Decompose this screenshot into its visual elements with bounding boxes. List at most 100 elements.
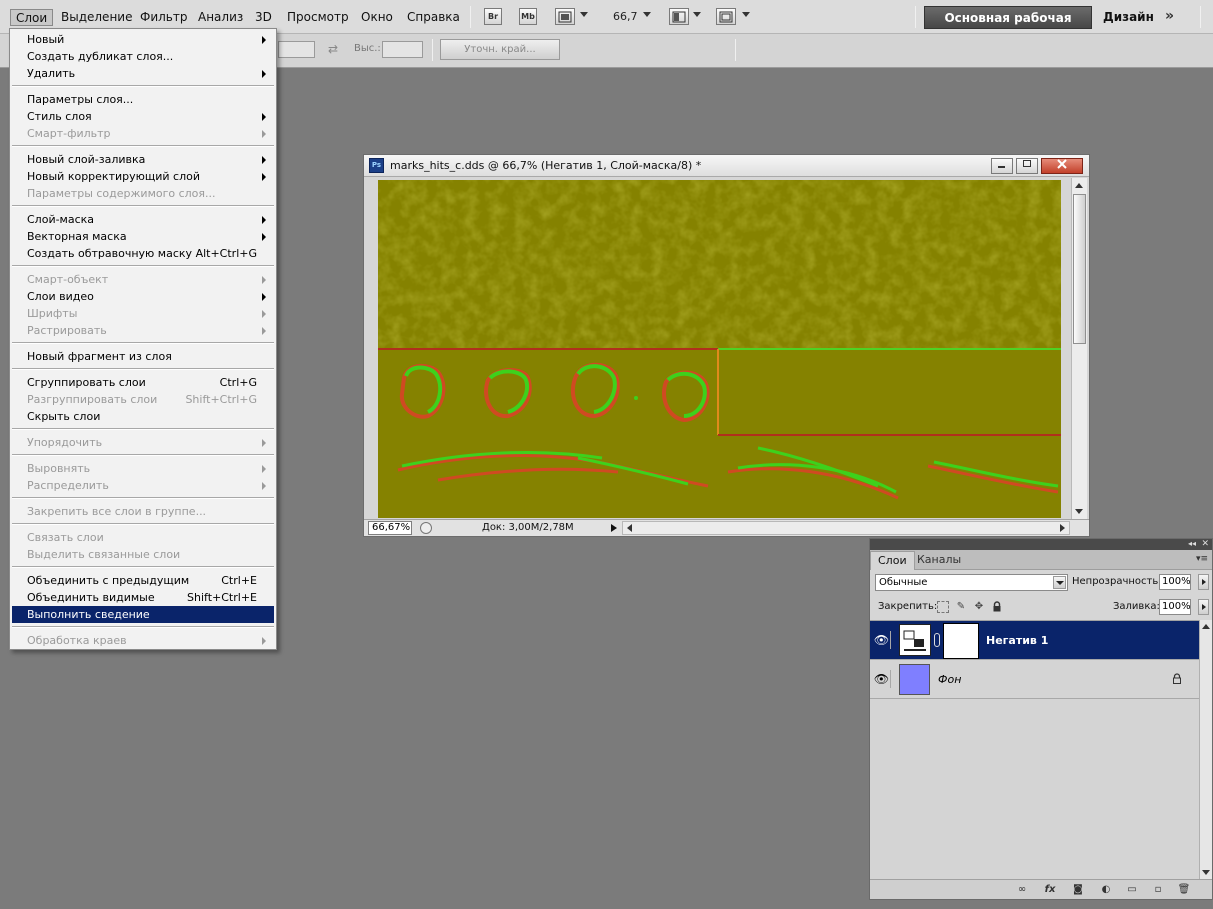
- menu-item[interactable]: Сгруппировать слои Ctrl+G: [12, 374, 274, 391]
- trash-icon[interactable]: 🗑: [1177, 883, 1191, 896]
- mask-link-icon[interactable]: [934, 633, 940, 647]
- eye-icon[interactable]: 👁: [873, 631, 891, 649]
- link-layers-icon[interactable]: ∞: [1015, 883, 1029, 896]
- panel-tabs: Слои Каналы ▾≡: [870, 550, 1212, 570]
- chevron-down-icon[interactable]: [580, 12, 588, 17]
- zoom-field[interactable]: 66,67%: [368, 521, 412, 535]
- panel-header[interactable]: ◂◂ ✕: [870, 539, 1212, 550]
- layer-row-negative[interactable]: 👁 Негатив 1: [870, 621, 1199, 660]
- menu-item-label: Сгруппировать слои: [27, 376, 146, 389]
- submenu-arrow-icon: [262, 233, 266, 241]
- zoom-level[interactable]: 66,7: [613, 10, 638, 23]
- chevron-down-icon[interactable]: [742, 12, 750, 17]
- menu-view[interactable]: Просмотр: [282, 9, 354, 26]
- menu-filter[interactable]: Фильтр: [135, 9, 192, 26]
- layer-mask-thumbnail[interactable]: [943, 623, 979, 659]
- close-icon[interactable]: ✕: [1201, 539, 1209, 549]
- menu-window[interactable]: Окно: [356, 9, 398, 26]
- mini-bridge-button[interactable]: Mb: [519, 8, 537, 25]
- menu-item-label: Упорядочить: [27, 436, 103, 449]
- menu-item[interactable]: Удалить: [12, 65, 274, 82]
- add-mask-icon[interactable]: ◙: [1071, 883, 1085, 896]
- scroll-up-icon[interactable]: [1202, 624, 1210, 629]
- menu-item[interactable]: Стиль слоя: [12, 108, 274, 125]
- menu-select[interactable]: Выделение: [56, 9, 137, 26]
- view-extras-button[interactable]: [555, 8, 575, 25]
- lock-transparency-icon[interactable]: [937, 601, 949, 613]
- status-arrow-icon[interactable]: [611, 524, 617, 532]
- layer-name[interactable]: Негатив 1: [986, 634, 1048, 647]
- document-vertical-scrollbar[interactable]: [1071, 178, 1087, 520]
- arrange-documents-button[interactable]: [669, 8, 689, 25]
- chevron-down-icon[interactable]: [643, 12, 651, 17]
- opacity-field[interactable]: 100%: [1159, 574, 1191, 590]
- lock-position-icon[interactable]: ✥: [973, 601, 985, 613]
- menu-item[interactable]: Создать дубликат слоя...: [12, 48, 274, 65]
- menu-item-label: Выполнить сведение: [27, 608, 150, 621]
- layers-scrollbar[interactable]: [1199, 620, 1212, 880]
- menu-item[interactable]: Создать обтравочную маску Alt+Ctrl+G: [12, 245, 274, 262]
- refine-edge-button[interactable]: Уточн. край...: [440, 39, 560, 60]
- swap-icon[interactable]: ⇄: [328, 42, 338, 56]
- height-field[interactable]: [382, 41, 423, 58]
- collapse-icon[interactable]: ◂◂: [1188, 539, 1196, 549]
- menu-item[interactable]: Параметры слоя...: [12, 91, 274, 108]
- scroll-right-icon[interactable]: [1060, 524, 1065, 532]
- fx-icon[interactable]: fx: [1043, 883, 1057, 896]
- scroll-up-icon[interactable]: [1075, 183, 1083, 188]
- lock-image-icon[interactable]: ✎: [955, 601, 967, 613]
- menu-item[interactable]: Слои видео: [12, 288, 274, 305]
- menu-item[interactable]: Объединить видимые Shift+Ctrl+E: [12, 589, 274, 606]
- close-button[interactable]: [1041, 158, 1083, 174]
- opacity-arrow-icon[interactable]: [1198, 574, 1209, 590]
- new-group-icon[interactable]: ▭: [1125, 883, 1139, 896]
- tab-layers[interactable]: Слои: [870, 551, 915, 570]
- menu-layers[interactable]: Слои: [10, 9, 54, 26]
- scroll-left-icon[interactable]: [627, 524, 632, 532]
- panel-menu-icon[interactable]: ▾≡: [1196, 554, 1208, 564]
- document-status-bar: 66,67% Док: 3,00M/2,78M: [364, 519, 1089, 536]
- scroll-down-icon[interactable]: [1075, 509, 1083, 514]
- bridge-button[interactable]: Br: [484, 8, 502, 25]
- screen-mode-button[interactable]: [716, 8, 736, 25]
- menu-separator: [12, 342, 274, 344]
- eye-icon[interactable]: 👁: [873, 670, 891, 688]
- menu-item[interactable]: Новый фрагмент из слоя: [12, 348, 274, 365]
- blend-mode-select[interactable]: Обычные: [875, 574, 1068, 591]
- width-field[interactable]: [278, 41, 315, 58]
- workspace-design-button[interactable]: Дизайн: [1103, 10, 1154, 24]
- document-horizontal-scrollbar[interactable]: [622, 521, 1070, 535]
- workspace-essentials-button[interactable]: Основная рабочая среда: [924, 6, 1092, 48]
- menu-item[interactable]: Векторная маска: [12, 228, 274, 245]
- layer-row-background[interactable]: 👁 Фон: [870, 660, 1199, 699]
- menu-separator: [12, 428, 274, 430]
- menu-item[interactable]: Новый слой-заливка: [12, 151, 274, 168]
- layer-name[interactable]: Фон: [938, 673, 961, 686]
- menu-analysis[interactable]: Анализ: [193, 9, 248, 26]
- menu-item[interactable]: Скрыть слои: [12, 408, 274, 425]
- lock-all-icon[interactable]: [991, 601, 1003, 613]
- menu-item[interactable]: Объединить с предыдущим Ctrl+E: [12, 572, 274, 589]
- fill-arrow-icon[interactable]: [1198, 599, 1209, 615]
- maximize-button[interactable]: [1016, 158, 1038, 174]
- fill-field[interactable]: 100%: [1159, 599, 1191, 615]
- menu-item[interactable]: Новый: [12, 31, 274, 48]
- adjustment-layer-icon[interactable]: ◐: [1099, 883, 1113, 896]
- menu-item[interactable]: Слой-маска: [12, 211, 274, 228]
- chevron-down-icon[interactable]: [1053, 576, 1066, 589]
- scroll-down-icon[interactable]: [1202, 870, 1210, 875]
- document-titlebar[interactable]: Ps marks_hits_c.dds @ 66,7% (Негатив 1, …: [364, 155, 1089, 177]
- menu-item[interactable]: Новый корректирующий слой: [12, 168, 274, 185]
- menu-item[interactable]: Выполнить сведение: [12, 606, 274, 623]
- tab-channels[interactable]: Каналы: [910, 551, 968, 570]
- minimize-button[interactable]: [991, 158, 1013, 174]
- scroll-thumb[interactable]: [1073, 194, 1086, 344]
- image-canvas[interactable]: [378, 180, 1061, 518]
- menu-separator: [12, 454, 274, 456]
- menu-help[interactable]: Справка: [402, 9, 465, 26]
- chevron-down-icon[interactable]: [693, 12, 701, 17]
- menu-3d[interactable]: 3D: [250, 9, 277, 26]
- status-menu-icon[interactable]: [420, 522, 432, 534]
- more-workspaces-button[interactable]: »: [1165, 8, 1174, 24]
- new-layer-icon[interactable]: ▫: [1151, 883, 1165, 896]
